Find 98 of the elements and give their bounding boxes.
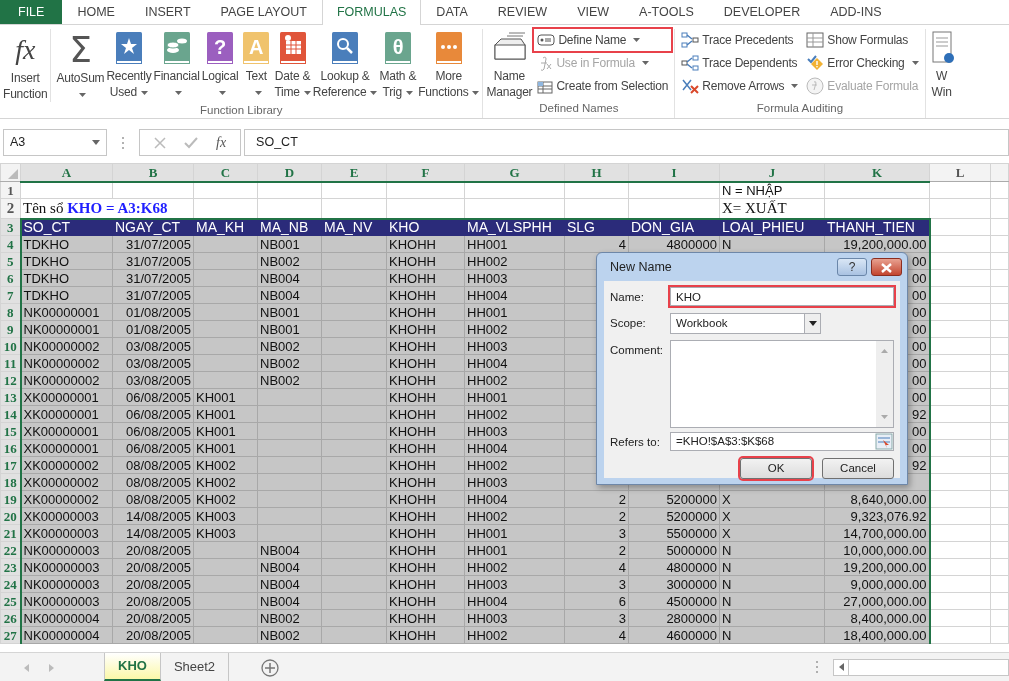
check-icon [184, 137, 198, 150]
ribbon-button[interactable]: Error Checking [803, 52, 922, 74]
field-label: Name: [610, 290, 645, 305]
right-arrow-icon [49, 663, 54, 672]
ribbon-button[interactable]: Lookup & Reference [311, 31, 379, 100]
help-button[interactable]: ? [837, 258, 867, 276]
column-header[interactable]: I [628, 163, 720, 182]
ribbon-button[interactable]: θ Math & Trig [378, 31, 418, 100]
ribbon-button[interactable]: W Win [927, 31, 956, 100]
field-label: Scope: [610, 316, 647, 331]
ribbon-button[interactable]: fx Insert Function [2, 33, 49, 102]
sheet-tab[interactable]: KHO [104, 652, 161, 681]
dialog-title: New Name [610, 258, 672, 276]
column-heading: THANH_TIEN [824, 218, 930, 236]
sigma-icon: Σ [69, 33, 92, 67]
formula-field[interactable]: SO_CT [244, 129, 1009, 156]
ribbon-button[interactable]: Define Name [534, 29, 672, 51]
ribbon-button[interactable]: Trace Precedents [678, 29, 802, 51]
close-button[interactable] [871, 258, 902, 276]
ok-button[interactable]: OK [740, 458, 812, 479]
ribbon-button[interactable]: Show Formulas [803, 29, 922, 51]
insert-function-button[interactable]: fx [216, 132, 227, 153]
trace-arrows-icon [681, 55, 700, 71]
column-heading: SO_CT [20, 218, 113, 236]
select-all-icon [8, 169, 18, 179]
remove-arrows-icon [681, 78, 700, 94]
column-heading: MA_NV [321, 218, 387, 236]
ribbon-button[interactable]: Date & Time [273, 31, 312, 100]
ribbon-tab[interactable]: ADD-INS [815, 0, 897, 24]
column-header[interactable]: L [929, 163, 991, 182]
dropdown-icon [92, 140, 100, 145]
ribbon-button[interactable]: Create from Selection [534, 75, 672, 97]
ribbon-button[interactable]: Recently Used [105, 31, 153, 100]
plus-icon [261, 658, 280, 677]
column-heading: DON_GIA [628, 218, 720, 236]
row-header[interactable]: 2 [0, 198, 21, 219]
trace-arrows-icon [681, 32, 700, 48]
column-header[interactable]: C [193, 163, 258, 182]
table-icon [537, 78, 554, 94]
scope-dropdown[interactable]: Workbook [670, 313, 821, 334]
function-icon: fx [15, 33, 36, 67]
comment-field[interactable] [670, 340, 894, 428]
ribbon-button[interactable]: Σ AutoSum [55, 33, 106, 102]
column-heading: MA_KH [193, 218, 258, 236]
column-header[interactable]: H [564, 163, 629, 182]
column-heading: SLG [564, 218, 629, 236]
column-header[interactable]: G [464, 163, 565, 182]
column-header[interactable]: A [20, 163, 113, 182]
grip-icon [121, 135, 125, 150]
column-heading: LOAI_PHIEU [719, 218, 825, 236]
ribbon-button[interactable]: Financial [152, 31, 201, 100]
name-box[interactable]: A3 [3, 129, 107, 156]
refers-to-field[interactable]: =KHO!$A$3:$K$68 [670, 432, 894, 451]
ribbon-button[interactable]: More Functions [417, 31, 481, 100]
collapse-dialog-icon [875, 433, 893, 450]
cancel-icon [154, 137, 166, 150]
close-icon [881, 262, 892, 273]
name-field[interactable]: KHO [670, 287, 894, 306]
ribbon-button[interactable]: A Text [239, 31, 274, 100]
column-header[interactable]: D [257, 163, 322, 182]
ribbon-tab[interactable]: INSERT [129, 0, 206, 24]
ribbon-tab[interactable]: DEVELOPER [708, 0, 816, 24]
warning-icon [806, 55, 825, 71]
column-header[interactable]: F [386, 163, 465, 182]
column-heading: MA_VLSPHH [464, 218, 565, 236]
cancel-button[interactable]: Cancel [822, 458, 894, 479]
left-arrow-icon [24, 663, 29, 672]
ribbon-tab[interactable]: DATA [421, 0, 483, 24]
column-header[interactable]: J [719, 163, 825, 182]
ribbon-tab[interactable]: VIEW [562, 0, 625, 24]
column-header[interactable]: E [321, 163, 387, 182]
field-label: Comment: [610, 343, 665, 358]
grip-icon [815, 660, 819, 674]
ribbon-tab[interactable]: PAGE LAYOUT [205, 0, 322, 24]
column-heading: MA_NB [257, 218, 322, 236]
column-heading: NGAY_CT [112, 218, 194, 236]
column-heading: KHO [386, 218, 465, 236]
sheet-tab[interactable]: Sheet2 [160, 652, 230, 681]
ribbon-button[interactable]: Remove Arrows [678, 75, 802, 97]
column-header[interactable]: B [112, 163, 194, 182]
dropdown-icon [808, 321, 817, 326]
ribbon-button[interactable]: Name Manager [485, 31, 534, 100]
horizontal-scrollbar[interactable] [833, 658, 1009, 676]
table-cell: N = NHẬP [719, 181, 825, 199]
group-label: Defined Names [538, 101, 620, 116]
tag-icon [537, 33, 556, 47]
ribbon-tab[interactable]: FORMULAS [321, 0, 422, 25]
ribbon-tab[interactable]: REVIEW [482, 0, 563, 24]
ribbon-tab[interactable]: A-TOOLS [624, 0, 709, 24]
ribbon-button[interactable]: ? Logical [200, 31, 240, 100]
group-label: Function Library [199, 103, 284, 118]
file-tab[interactable]: FILE [0, 0, 63, 24]
field-label: Refers to: [610, 435, 661, 450]
group-label: Formula Auditing [755, 101, 845, 116]
ribbon-tab[interactable]: HOME [62, 0, 130, 24]
ribbon-button[interactable]: Trace Dependents [678, 52, 802, 74]
left-arrow-icon [838, 663, 844, 671]
column-header[interactable]: K [824, 163, 930, 182]
